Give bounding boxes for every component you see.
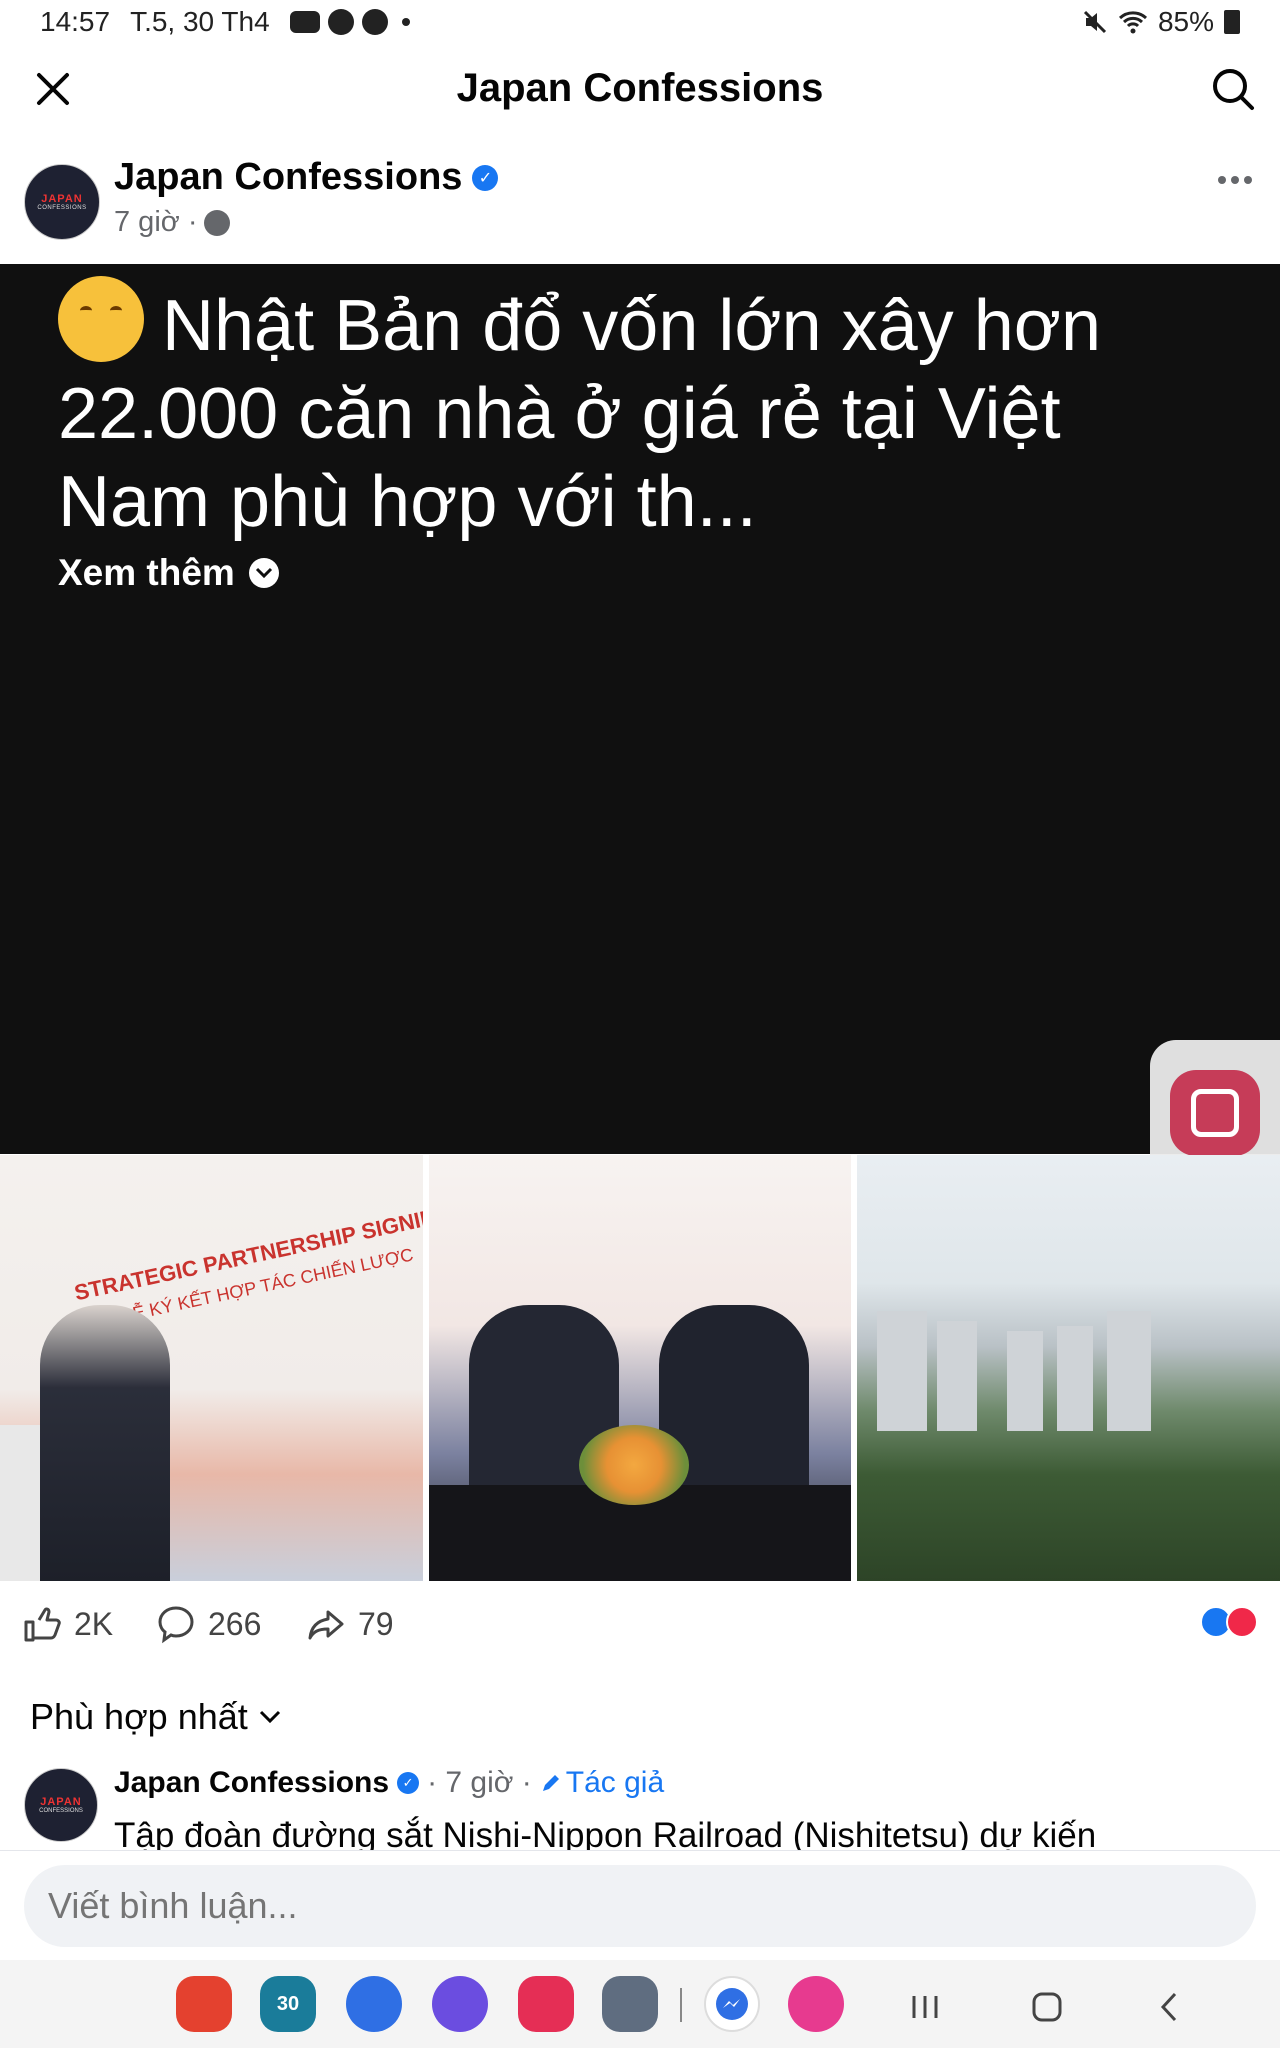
comment-header: Japan Confessions ✓ · 7 giờ · Tác giả [114, 1766, 664, 1800]
battery-icon [1224, 10, 1240, 34]
like-count: 2K [74, 1605, 114, 1642]
verified-badge-icon: ✓ [397, 1772, 420, 1794]
avatar-logo-subtext: CONFESSIONS [39, 1808, 83, 1814]
author-name[interactable]: Japan Confessions [114, 156, 462, 199]
messenger-icon [361, 9, 388, 35]
avatar-logo-text: JAPAN [41, 193, 83, 205]
photo-signing-ceremony-speaker[interactable]: STRATEGIC PARTNERSHIP SIGNING CER LỄ KÝ … [0, 1155, 423, 1581]
comment-time: · 7 giờ · [427, 1766, 532, 1799]
reaction-summary[interactable] [1200, 1606, 1258, 1638]
messenger-glyph [716, 1988, 748, 2020]
author-name-row: Japan Confessions ✓ [114, 156, 499, 199]
verified-badge-icon: ✓ [472, 164, 499, 191]
chevron-down-icon [259, 1710, 280, 1724]
globe-icon [203, 209, 230, 236]
building [877, 1311, 928, 1431]
gallery-app-icon[interactable] [788, 1976, 844, 2032]
recent-apps-button[interactable] [900, 1982, 950, 2032]
share-button[interactable]: 79 [306, 1604, 394, 1644]
page-title: Japan Confessions [456, 66, 824, 110]
author-badge-label: Tác giả [565, 1766, 665, 1799]
building [1057, 1326, 1094, 1431]
calendar-day: 30 [276, 1992, 300, 2015]
avatar-logo-text: JAPAN [40, 1796, 82, 1808]
floating-app-icon [1170, 1070, 1260, 1156]
calendar-app-icon[interactable]: 30 [260, 1976, 316, 2032]
messages-app-icon[interactable] [346, 1976, 402, 2032]
comment-input[interactable] [24, 1865, 1256, 1947]
author-avatar[interactable]: JAPAN CONFESSIONS [24, 164, 100, 240]
post-options-button[interactable] [1210, 160, 1260, 200]
top-app-bar: Japan Confessions [0, 44, 1280, 134]
chevron-down-icon [248, 558, 279, 588]
camera-app-icon[interactable] [518, 1976, 574, 2032]
speaker-figure [40, 1305, 170, 1581]
search-button[interactable] [1206, 62, 1260, 116]
wifi-icon [1118, 11, 1147, 34]
post-text: Nhật Bản đổ vốn lớn xây hơn 22.000 căn n… [58, 276, 1198, 546]
mute-icon [1083, 10, 1107, 34]
battery-percent: 85% [1157, 6, 1214, 37]
more-dots-icon [1218, 176, 1226, 184]
building [1107, 1311, 1152, 1431]
comment-author-avatar[interactable]: JAPAN CONFESSIONS [24, 1768, 98, 1842]
building [1007, 1331, 1044, 1431]
comment-composer-bar [0, 1850, 1280, 1960]
comment-text: Tập đoàn đường sắt Nishi-Nippon Railroad… [114, 1816, 1097, 1850]
status-right: 85% [1082, 6, 1240, 38]
share-count: 79 [358, 1605, 394, 1642]
home-button[interactable] [1022, 1982, 1072, 2032]
comment-sort-dropdown[interactable]: Phù hợp nhất [30, 1696, 282, 1738]
photo-housing-development[interactable] [857, 1155, 1280, 1581]
more-notifications-icon [401, 18, 410, 26]
app-drawer-icon[interactable] [602, 1976, 658, 2032]
internet-app-icon[interactable] [432, 1976, 488, 2032]
post-photo-grid: STRATEGIC PARTNERSHIP SIGNING CER LỄ KÝ … [0, 1155, 1280, 1581]
status-left: 14:57 T.5, 30 Th4 [40, 6, 410, 38]
avatar-logo-subtext: CONFESSIONS [37, 205, 87, 211]
post-text-content: Nhật Bản đổ vốn lớn xây hơn 22.000 căn n… [58, 286, 1101, 542]
like-button[interactable]: 2K [22, 1604, 113, 1644]
building [937, 1321, 978, 1431]
status-time: 14:57 [40, 6, 111, 37]
notes-app-icon[interactable] [176, 1976, 232, 2032]
back-button[interactable] [1144, 1982, 1194, 2032]
home-icon [1032, 1992, 1062, 2022]
comment-button[interactable]: 266 [156, 1604, 261, 1644]
search-icon [1213, 69, 1254, 110]
photo-signing-table[interactable] [428, 1155, 852, 1581]
facebook-icon [327, 9, 354, 35]
see-more-link[interactable]: Xem thêm [58, 552, 279, 594]
comment-bubble-icon [158, 1606, 194, 1644]
status-bar: 14:57 T.5, 30 Th4 85% [0, 0, 1280, 44]
status-date: T.5, 30 Th4 [130, 6, 270, 37]
pencil-icon [542, 1775, 559, 1791]
flower-arrangement [578, 1425, 689, 1505]
youtube-icon [289, 11, 320, 33]
more-dot [1231, 176, 1239, 184]
comment-sort-label: Phù hợp nhất [30, 1696, 248, 1737]
share-arrow-icon [308, 1610, 344, 1640]
see-more-label: Xem thêm [58, 552, 235, 593]
author-badge: Tác giả [540, 1766, 664, 1800]
post-time[interactable]: 7 giờ · [114, 206, 198, 239]
back-icon [1160, 1992, 1177, 2022]
post-header: JAPAN CONFESSIONS Japan Confessions ✓ 7 … [0, 150, 1280, 260]
comment-count: 266 [208, 1605, 262, 1642]
comment-author-name[interactable]: Japan Confessions [114, 1766, 389, 1800]
comment-item: JAPAN CONFESSIONS Japan Confessions ✓ · … [0, 1760, 1280, 1850]
hugging-face-emoji-icon [58, 276, 144, 362]
thumbs-up-icon [24, 1607, 61, 1642]
love-reaction-icon [1226, 1606, 1258, 1638]
notification-icons [289, 9, 410, 35]
dock-divider [680, 1988, 682, 2022]
taskbar: 30 [0, 1960, 1280, 2048]
post-meta: 7 giờ · [114, 206, 230, 239]
recents-icon [912, 1996, 938, 2018]
app-grid-glyph [1191, 1089, 1239, 1137]
post-actions-bar: 2K 266 79 [0, 1590, 1280, 1660]
more-dot [1244, 176, 1252, 184]
messenger-app-icon[interactable] [704, 1976, 760, 2032]
